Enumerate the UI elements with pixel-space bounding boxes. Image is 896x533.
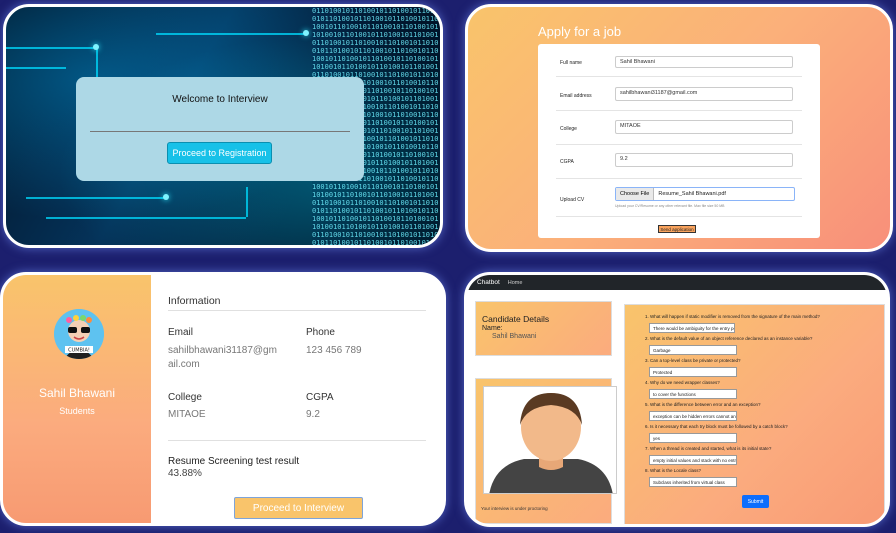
chatbot-panel: Chatbot Home Candidate Details Name: Sah…	[464, 272, 890, 527]
profile-role: Students	[59, 406, 95, 416]
college-value: MITAOE	[168, 409, 206, 420]
answer-input[interactable]: to cover the functions	[649, 389, 737, 399]
candidate-photo	[483, 386, 617, 494]
question-form: 1. What will happen if static modifier i…	[624, 304, 885, 524]
nav-home-link[interactable]: Home	[508, 280, 523, 286]
proctoring-notice: Your interview is under proctoring	[481, 506, 548, 511]
answer-input[interactable]: Subclass inherited from virtual class	[649, 477, 737, 487]
resume-result-value: 43.88%	[168, 468, 202, 479]
answer-input[interactable]: exception can be hidden errors cannot an…	[649, 411, 737, 421]
circuit-line	[46, 217, 246, 219]
answer-input[interactable]: empty initial values and stack with no e…	[649, 455, 737, 465]
circuit-node	[93, 44, 99, 50]
college-label: College	[560, 126, 577, 132]
email-label: Email address	[560, 93, 592, 99]
candidate-name-value: Sahil Bhawani	[492, 333, 537, 340]
svg-text:CUMBIA!: CUMBIA!	[68, 348, 90, 354]
profile-name: Sahil Bhawani	[38, 386, 116, 400]
navbar-brand[interactable]: Chatbot	[477, 279, 500, 286]
phone-value: 123 456 789	[306, 345, 362, 356]
person-placeholder-icon	[484, 387, 616, 493]
divider	[556, 216, 802, 217]
cv-help-text: Upload your CV/Resume or any other relev…	[615, 204, 725, 208]
divider	[168, 310, 426, 311]
circuit-line	[96, 47, 98, 77]
question-label: 8. What is the Locale class?	[645, 468, 702, 473]
college-input[interactable]: MITAOE	[615, 120, 793, 134]
divider	[556, 144, 802, 145]
circuit-line	[6, 47, 96, 49]
candidate-details-title: Candidate Details	[482, 314, 550, 324]
divider	[90, 131, 350, 132]
cgpa-label: CGPA	[560, 159, 574, 165]
welcome-card: Welcome to Interview Proceed to Registra…	[76, 77, 364, 181]
resume-result-label: Resume Screening test result	[168, 456, 300, 467]
proceed-to-interview-button[interactable]: Proceed to Interview	[234, 497, 363, 519]
divider	[168, 440, 426, 441]
circuit-node	[303, 30, 309, 36]
answer-input[interactable]: There would be ambiguity for the entry p…	[649, 323, 735, 333]
circuit-line	[26, 197, 166, 199]
fullname-label: Full name	[560, 60, 582, 66]
application-form: Full name Sahil Bhawani Email address sa…	[538, 44, 820, 238]
question-label: 7. When a thread is created and started,…	[645, 446, 772, 451]
avatar: CUMBIA!	[54, 309, 104, 359]
welcome-title: Welcome to Interview	[172, 94, 268, 105]
answer-input[interactable]: yes	[649, 433, 737, 443]
avatar-illustration: CUMBIA!	[54, 309, 104, 359]
email-value: sahilbhawani31187@gm	[168, 345, 277, 356]
circuit-node	[163, 194, 169, 200]
selected-file-name: Resume_Sahil Bhawani.pdf	[658, 191, 726, 197]
question-label: 6. Is it necessary that each try block m…	[645, 424, 788, 429]
proceed-to-registration-button[interactable]: Proceed to Registration	[167, 142, 272, 164]
question-label: 2. What is the default value of an objec…	[645, 336, 813, 341]
answer-input[interactable]: Protected	[649, 367, 737, 377]
send-application-button[interactable]: Send application	[658, 225, 696, 233]
candidate-details-card: Candidate Details Name: Sahil Bhawani	[475, 301, 612, 356]
divider	[556, 110, 802, 111]
circuit-line	[156, 33, 306, 35]
divider	[556, 76, 802, 77]
cgpa-label: CGPA	[306, 392, 334, 403]
cgpa-value: 9.2	[306, 409, 320, 420]
question-label: 4. Why do we need wrapper classes?	[645, 380, 720, 385]
apply-title: Apply for a job	[538, 24, 622, 39]
question-label: 3. Can a top-level class be private or p…	[645, 358, 741, 363]
question-label: 5. What is the difference between error …	[645, 402, 761, 407]
profile-sidebar: CUMBIA! Sahil Bhawani Students	[3, 275, 151, 523]
fullname-input[interactable]: Sahil Bhawani	[615, 56, 793, 68]
divider	[556, 178, 802, 179]
profile-panel: CUMBIA! Sahil Bhawani Students Informati…	[0, 272, 446, 526]
cgpa-input[interactable]: 9.2	[615, 153, 793, 167]
email-label: Email	[168, 327, 194, 338]
navbar: Chatbot Home	[467, 275, 887, 290]
welcome-panel: 0110100101101001011010010110100101101001…	[3, 4, 443, 248]
cv-file-input[interactable]: Choose File Resume_Sahil Bhawani.pdf	[615, 187, 795, 201]
submit-button[interactable]: Submit	[742, 495, 769, 508]
candidate-name-label: Name:	[482, 325, 503, 332]
phone-label: Phone	[306, 327, 335, 338]
question-label: 1. What will happen if static modifier i…	[645, 314, 820, 319]
circuit-line	[6, 67, 66, 69]
email-input[interactable]: sahilbhawani31187@gmail.com	[615, 87, 793, 101]
circuit-line	[246, 187, 248, 217]
choose-file-button[interactable]: Choose File	[616, 188, 655, 200]
college-label: College	[168, 392, 202, 403]
information-heading: Information	[168, 295, 221, 307]
apply-panel: Apply for a job Full name Sahil Bhawani …	[465, 4, 893, 252]
cv-label: Upload CV	[560, 197, 585, 203]
email-value-wrap: ail.com	[168, 359, 200, 370]
answer-input[interactable]: Garbage	[649, 345, 737, 355]
